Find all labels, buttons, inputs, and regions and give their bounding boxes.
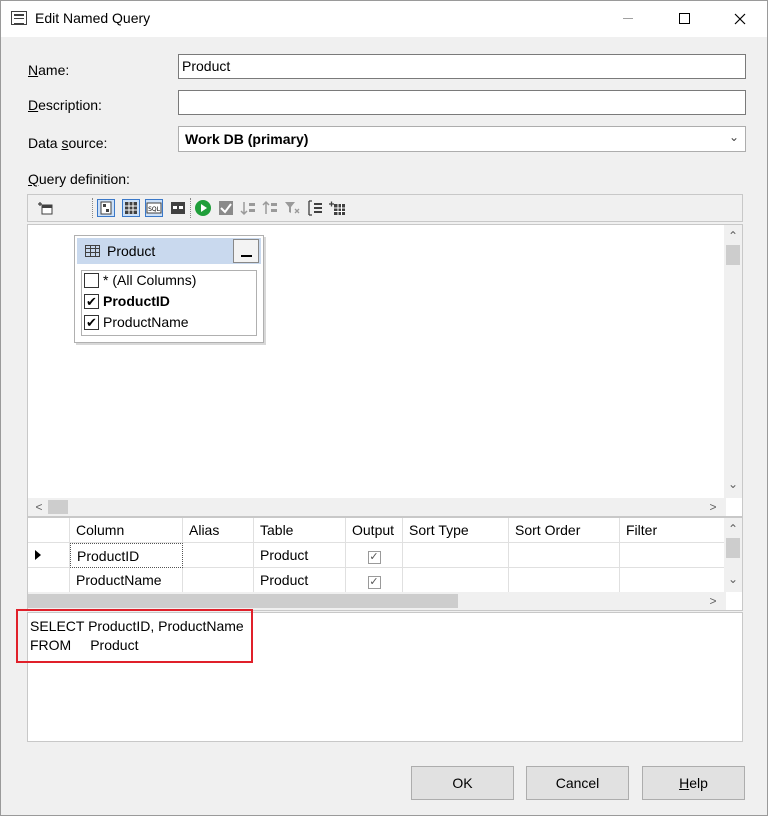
current-row-icon <box>35 550 41 560</box>
header-output: Output <box>346 518 403 543</box>
column-label: * (All Columns) <box>103 272 197 288</box>
product-table-box[interactable]: Product * (All Columns) ✔ ProductID ✔ Pr… <box>74 235 264 343</box>
scroll-right-icon[interactable]: > <box>704 592 722 610</box>
row-selector[interactable] <box>28 568 70 593</box>
results-pane-icon[interactable] <box>169 199 187 217</box>
diagram-pane-icon[interactable] <box>97 199 115 217</box>
grid-cell-sort-type[interactable] <box>403 543 509 568</box>
window-title: Edit Named Query <box>35 10 151 26</box>
scroll-down-icon[interactable]: ⌄ <box>724 475 742 493</box>
output-checkbox[interactable]: ✓ <box>367 551 381 564</box>
column-checkbox[interactable]: ✔ <box>84 294 99 309</box>
edit-named-query-dialog: Edit Named Query Name: Product Descripti… <box>0 0 768 816</box>
grid-vertical-scrollbar[interactable]: ⌃ ⌄ <box>724 518 742 592</box>
svg-text:SQL: SQL <box>148 206 161 213</box>
diagram-horizontal-scrollbar[interactable]: < > <box>28 498 726 516</box>
grid-cell-output[interactable]: ✓ <box>346 543 403 568</box>
toolbar-separator <box>92 198 93 218</box>
grid-cell-column[interactable]: ProductID <box>70 543 183 568</box>
scroll-up-icon[interactable]: ⌃ <box>724 227 742 245</box>
scroll-down-icon[interactable]: ⌄ <box>724 570 742 588</box>
table-grid-icon <box>85 245 100 257</box>
row-selector[interactable] <box>28 543 70 568</box>
maximize-button[interactable] <box>661 1 707 37</box>
scroll-right-icon[interactable]: > <box>704 498 722 516</box>
minimize-icon <box>241 255 252 257</box>
grid-cell-sort-type[interactable] <box>403 568 509 593</box>
criteria-grid-pane[interactable]: Column Alias Table Output Sort Type Sort… <box>27 517 743 611</box>
minimize-button <box>605 1 651 37</box>
grid-horizontal-scrollbar[interactable]: > <box>28 592 726 610</box>
grid-pane-icon[interactable] <box>122 199 140 217</box>
grid-cell-column[interactable]: ProductName <box>70 568 183 593</box>
grid-cell-alias[interactable] <box>183 543 254 568</box>
toolbar-separator <box>190 198 191 218</box>
grid-cell-output[interactable]: ✓ <box>346 568 403 593</box>
scroll-thumb[interactable] <box>726 245 740 265</box>
maximize-icon <box>678 13 690 25</box>
scroll-thumb[interactable] <box>48 500 68 514</box>
filter-icon <box>283 199 301 217</box>
description-label: Description: <box>28 97 102 113</box>
group-by-icon[interactable] <box>306 199 324 217</box>
close-button[interactable] <box>717 1 763 37</box>
chevron-down-icon: ⌄ <box>728 130 739 144</box>
diagram-pane[interactable]: Product * (All Columns) ✔ ProductID ✔ Pr… <box>27 224 743 517</box>
column-label: ProductID <box>103 293 170 309</box>
grid-cell-table[interactable]: Product <box>254 543 346 568</box>
sort-descending-icon <box>261 199 279 217</box>
datasource-select[interactable]: Work DB (primary) ⌄ <box>178 126 746 152</box>
grid-cell-sort-order[interactable] <box>509 543 620 568</box>
grid-corner <box>28 518 70 543</box>
header-sort-type: Sort Type <box>403 518 509 543</box>
diagram-vertical-scrollbar[interactable]: ⌃ ⌄ <box>724 225 742 498</box>
column-list: * (All Columns) ✔ ProductID ✔ ProductNam… <box>81 270 257 336</box>
table-name: Product <box>107 243 156 259</box>
grid-cell-sort-order[interactable] <box>509 568 620 593</box>
cancel-button[interactable]: Cancel <box>526 766 629 800</box>
header-sort-order: Sort Order <box>509 518 620 543</box>
scroll-thumb[interactable] <box>726 538 740 558</box>
name-label: Name: <box>28 62 70 78</box>
column-checkbox[interactable]: ✔ <box>84 315 99 330</box>
scroll-up-icon[interactable]: ⌃ <box>724 520 742 538</box>
sql-pane-icon[interactable]: SQL <box>145 199 163 217</box>
query-designer-toolbar: SQL <box>27 194 743 222</box>
column-checkbox[interactable] <box>84 273 99 288</box>
grid-cell-filter[interactable] <box>620 568 726 593</box>
minimize-icon <box>623 18 633 20</box>
column-label: ProductName <box>103 314 189 330</box>
help-button[interactable]: Help <box>642 766 745 800</box>
title-bar[interactable]: Edit Named Query <box>1 1 767 37</box>
name-input-value: Product <box>182 58 231 74</box>
output-checkbox[interactable]: ✓ <box>367 576 381 589</box>
sql-highlight-box <box>16 609 253 663</box>
table-header[interactable]: Product <box>77 238 261 264</box>
grid-cell-alias[interactable] <box>183 568 254 593</box>
grid-cell-filter[interactable] <box>620 543 726 568</box>
query-definition-label: Query definition: <box>28 171 130 187</box>
add-table-icon[interactable] <box>36 199 54 217</box>
close-icon <box>734 13 746 25</box>
description-input[interactable] <box>178 90 746 115</box>
add-table-alt-icon[interactable] <box>328 199 346 217</box>
scroll-left-icon[interactable]: < <box>30 498 48 516</box>
header-column: Column <box>70 518 183 543</box>
name-input[interactable]: Product <box>178 54 746 79</box>
minimize-table-button[interactable] <box>233 239 259 263</box>
grid-cell-table[interactable]: Product <box>254 568 346 593</box>
datasource-selected-value: Work DB (primary) <box>185 131 309 147</box>
header-filter: Filter <box>620 518 726 543</box>
ok-button[interactable]: OK <box>411 766 514 800</box>
dialog-icon <box>11 11 27 25</box>
datasource-label: Data source: <box>28 135 108 151</box>
sort-ascending-icon <box>239 199 257 217</box>
header-alias: Alias <box>183 518 254 543</box>
verify-sql-icon[interactable] <box>217 199 235 217</box>
run-icon[interactable] <box>194 199 212 217</box>
header-table: Table <box>254 518 346 543</box>
scroll-thumb[interactable] <box>28 594 458 608</box>
